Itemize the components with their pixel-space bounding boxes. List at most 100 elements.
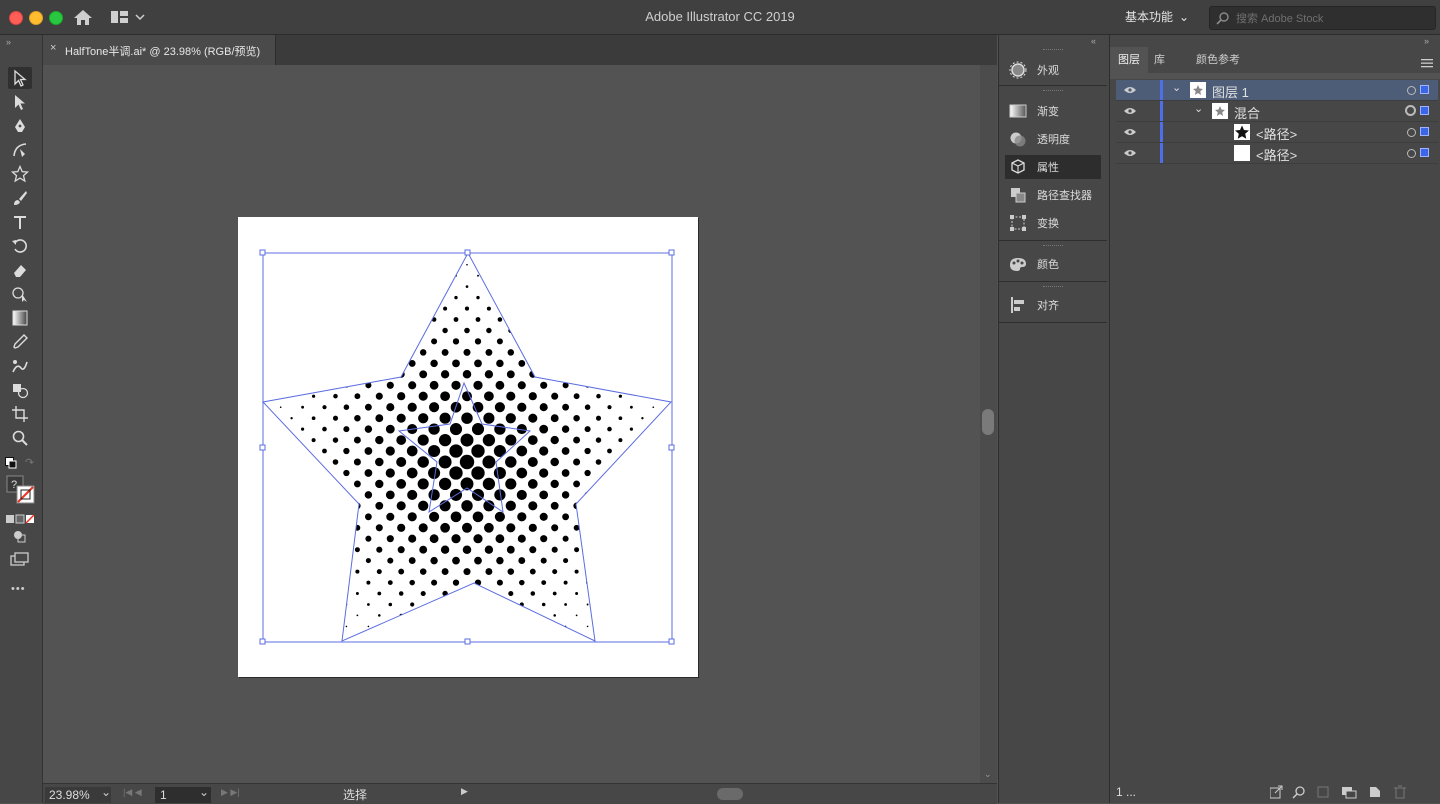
align-panel-button[interactable]: 对齐 bbox=[1005, 293, 1101, 317]
canvas-area[interactable] bbox=[43, 65, 980, 783]
tab-layers[interactable]: 图层 bbox=[1110, 47, 1148, 73]
vertical-scrollbar[interactable]: ⌄ bbox=[980, 65, 997, 783]
direct-selection-tool-icon[interactable] bbox=[8, 91, 32, 113]
halftone-dot bbox=[258, 428, 260, 430]
properties-panel-button[interactable]: 属性 bbox=[1005, 155, 1101, 179]
selection-indicator[interactable] bbox=[1420, 148, 1429, 157]
chevron-down-icon[interactable]: ⌄ bbox=[1172, 81, 1181, 94]
panel-grip[interactable] bbox=[1043, 90, 1063, 93]
visibility-eye-icon[interactable] bbox=[1124, 107, 1136, 115]
halftone-dot bbox=[509, 636, 512, 639]
artboard-number-field[interactable]: 1 ⌄ bbox=[155, 785, 211, 803]
live-paint-tool-icon[interactable] bbox=[8, 379, 32, 401]
halftone-dot bbox=[596, 547, 601, 552]
shape-builder-tool-icon[interactable] bbox=[8, 283, 32, 305]
visibility-eye-icon[interactable] bbox=[1124, 86, 1136, 94]
halftone-dot bbox=[517, 512, 527, 522]
type-tool-icon[interactable] bbox=[8, 211, 32, 233]
edit-toolbar-button[interactable]: ••• bbox=[11, 583, 26, 595]
screen-mode-icon[interactable] bbox=[10, 552, 30, 566]
layer-name[interactable]: <路径> bbox=[1256, 124, 1297, 143]
fill-stroke-swatch[interactable]: ? bbox=[6, 475, 36, 505]
default-colors-icon[interactable] bbox=[5, 456, 17, 469]
zoom-tool-icon[interactable] bbox=[8, 427, 32, 449]
tab-color-guide[interactable]: 颜色参考 bbox=[1196, 47, 1256, 73]
tab-libraries[interactable]: 库 bbox=[1154, 47, 1184, 73]
halftone-dot bbox=[400, 636, 403, 639]
halftone-dot bbox=[674, 626, 676, 628]
gradient-tool-icon[interactable] bbox=[8, 307, 32, 329]
paintbrush-tool-icon[interactable] bbox=[8, 187, 32, 209]
halftone-dot bbox=[418, 391, 428, 401]
halftone-dot bbox=[389, 625, 392, 628]
last-artboard-icon[interactable]: ▶ ▶| bbox=[221, 787, 240, 798]
halftone-dot bbox=[290, 504, 293, 507]
target-circle-icon[interactable] bbox=[1407, 149, 1416, 158]
scroll-down-icon[interactable]: ⌄ bbox=[984, 769, 992, 780]
horizontal-scrollbar[interactable] bbox=[475, 787, 980, 801]
halftone-star-artwork[interactable] bbox=[238, 217, 698, 677]
artboard[interactable] bbox=[238, 217, 698, 677]
selection-tool-icon[interactable] bbox=[8, 67, 32, 89]
panel-grip[interactable] bbox=[1043, 286, 1063, 289]
target-circle-icon[interactable] bbox=[1407, 128, 1416, 137]
document-tab[interactable]: × HalfTone半调.ai* @ 23.98% (RGB/预览) bbox=[43, 35, 276, 65]
curvature-tool-icon[interactable] bbox=[8, 139, 32, 161]
panel-grip[interactable] bbox=[1043, 245, 1063, 248]
visibility-eye-icon[interactable] bbox=[1124, 128, 1136, 136]
status-menu-icon[interactable]: ▶ bbox=[461, 786, 468, 797]
color-panel-button[interactable]: 颜色 bbox=[1005, 252, 1101, 276]
outer-star-path[interactable] bbox=[262, 251, 672, 642]
halftone-dot bbox=[510, 263, 512, 266]
selection-indicator[interactable] bbox=[1420, 85, 1429, 94]
workspace-switcher[interactable]: 基本功能 ⌄ bbox=[1113, 4, 1199, 30]
selection-indicator[interactable] bbox=[1420, 127, 1429, 136]
target-circle-icon[interactable] bbox=[1405, 105, 1416, 116]
halftone-dot bbox=[597, 350, 600, 354]
transform-panel-button[interactable]: 变换 bbox=[1005, 211, 1101, 235]
close-tab-icon[interactable]: × bbox=[50, 42, 56, 54]
rotate-tool-icon[interactable] bbox=[8, 235, 32, 257]
chevron-down-icon[interactable]: ⌄ bbox=[1194, 102, 1203, 115]
inner-star-path[interactable] bbox=[397, 381, 532, 514]
first-artboard-icon[interactable]: |◀ ◀ bbox=[123, 787, 142, 798]
zoom-level-field[interactable]: 23.98% ⌄ bbox=[45, 785, 111, 803]
visibility-eye-icon[interactable] bbox=[1124, 149, 1136, 157]
blend-tool-icon[interactable] bbox=[8, 355, 32, 377]
expand-panels-icon[interactable]: « bbox=[1091, 36, 1096, 46]
layer-row-blend[interactable]: ⌄ 混合 bbox=[1116, 101, 1438, 122]
layer-name[interactable]: 图层 1 bbox=[1212, 82, 1249, 101]
selection-indicator[interactable] bbox=[1420, 106, 1429, 115]
vertical-scroll-thumb[interactable] bbox=[982, 409, 994, 435]
color-mode-icons[interactable] bbox=[6, 511, 36, 524]
halftone-dot bbox=[396, 479, 407, 489]
layer-name[interactable]: <路径> bbox=[1256, 145, 1297, 164]
draw-mode-icon[interactable] bbox=[12, 529, 26, 543]
appearance-panel-button[interactable]: 外观 bbox=[1005, 58, 1101, 82]
collapse-toolbar-icon[interactable]: » bbox=[6, 37, 11, 47]
eraser-tool-icon[interactable] bbox=[8, 259, 32, 281]
gradient-panel-button[interactable]: 渐变 bbox=[1005, 99, 1101, 123]
pen-tool-icon[interactable] bbox=[8, 115, 32, 137]
halftone-dot bbox=[597, 614, 600, 617]
eyedropper-tool-icon[interactable] bbox=[8, 331, 32, 353]
horizontal-scroll-thumb[interactable] bbox=[717, 788, 743, 800]
halftone-dot bbox=[407, 402, 417, 412]
layer-row-path-square[interactable]: <路径> bbox=[1116, 143, 1438, 164]
halftone-dot bbox=[375, 392, 383, 400]
layer-row-path-star[interactable]: <路径> bbox=[1116, 122, 1438, 143]
layer-name[interactable]: 混合 bbox=[1234, 103, 1260, 122]
halftone-dot bbox=[607, 470, 612, 476]
halftone-dot bbox=[290, 548, 293, 551]
star-tool-icon[interactable] bbox=[8, 163, 32, 185]
pathfinder-panel-button[interactable]: 路径查找器 bbox=[1005, 183, 1101, 207]
panel-menu-icon[interactable] bbox=[1421, 55, 1433, 68]
artboard-tool-icon[interactable] bbox=[8, 403, 32, 425]
panel-grip[interactable] bbox=[1043, 49, 1063, 52]
collapse-panel-icon[interactable]: » bbox=[1424, 36, 1429, 46]
layer-row-layer1[interactable]: ⌄ 图层 1 bbox=[1116, 80, 1438, 101]
stock-search-field[interactable]: 搜索 Adobe Stock bbox=[1209, 6, 1436, 30]
target-circle-icon[interactable] bbox=[1407, 86, 1416, 95]
transparency-panel-button[interactable]: 透明度 bbox=[1005, 127, 1101, 151]
swap-colors-icon[interactable]: ↷ bbox=[25, 456, 37, 469]
